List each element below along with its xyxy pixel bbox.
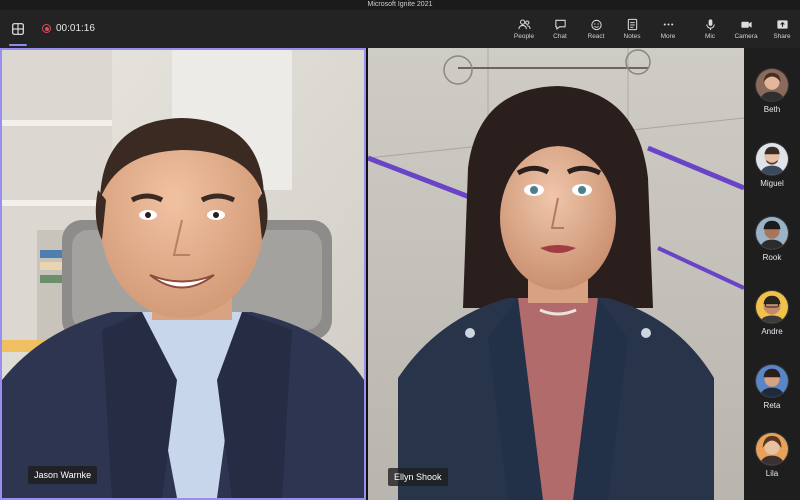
avatar	[755, 142, 789, 176]
roster-participant[interactable]: Rook	[744, 216, 800, 262]
grid-icon	[12, 23, 24, 35]
notes-icon	[627, 18, 637, 31]
more-icon	[663, 23, 673, 26]
recording-indicator: 00:01:16	[42, 23, 95, 34]
avatar	[755, 432, 789, 466]
react-label: React	[587, 33, 605, 40]
mic-label: Mic	[704, 33, 716, 40]
camera-button[interactable]: Camera	[728, 10, 764, 48]
avatar	[755, 290, 789, 324]
camera-icon	[740, 21, 752, 28]
people-label: People	[513, 33, 535, 40]
participant-name: Reta	[763, 401, 781, 410]
more-button[interactable]: More	[650, 10, 686, 48]
avatar	[755, 364, 789, 398]
avatar-video	[368, 48, 744, 500]
roster-participant[interactable]: Miguel	[744, 142, 800, 188]
video-stage: Jason Warnke Ellyn Shook	[0, 48, 744, 500]
mic-icon	[705, 19, 715, 31]
notes-label: Notes	[623, 33, 641, 40]
participant-name: Rook	[762, 253, 782, 262]
participant-name: Andre	[761, 327, 783, 336]
share-icon	[776, 20, 788, 29]
chat-icon	[554, 19, 566, 30]
participant-name-tag: Jason Warnke	[28, 466, 98, 484]
layout-grid-button[interactable]	[8, 18, 28, 46]
participant-name: Lila	[765, 469, 779, 478]
share-button[interactable]: Share	[764, 10, 800, 48]
notes-button[interactable]: Notes	[614, 10, 650, 48]
meeting-toolbar: 00:01:16 People Chat React Notes More Mi…	[0, 10, 800, 48]
more-label: More	[660, 33, 676, 40]
roster-participant[interactable]: Beth	[744, 68, 800, 114]
roster-participant[interactable]: Reta	[744, 364, 800, 410]
toolbar-actions: People Chat React Notes More Mic Camera	[506, 10, 800, 48]
share-label: Share	[773, 33, 791, 40]
camera-label: Camera	[734, 33, 758, 40]
people-icon	[517, 19, 531, 30]
participant-name: Miguel	[760, 179, 784, 188]
record-icon	[42, 24, 51, 33]
react-icon	[590, 19, 602, 31]
participant-name-tag: Ellyn Shook	[388, 468, 448, 486]
chat-label: Chat	[553, 33, 567, 40]
roster-participant[interactable]: Lila	[744, 432, 800, 478]
avatar	[755, 216, 789, 250]
video-tile-avatar[interactable]: Ellyn Shook	[368, 48, 744, 500]
avatar	[755, 68, 789, 102]
window-title: Microsoft Ignite 2021	[0, 0, 800, 10]
recording-timer: 00:01:16	[56, 23, 95, 34]
participant-roster: Beth Miguel Rook Andre Reta Lila	[744, 48, 800, 500]
participant-name: Beth	[763, 105, 781, 114]
react-button[interactable]: React	[578, 10, 614, 48]
mic-button[interactable]: Mic	[692, 10, 728, 48]
roster-participant[interactable]: Andre	[744, 290, 800, 336]
video-tile-presenter[interactable]: Jason Warnke	[0, 48, 366, 500]
people-button[interactable]: People	[506, 10, 542, 48]
chat-button[interactable]: Chat	[542, 10, 578, 48]
presenter-video	[2, 50, 364, 498]
